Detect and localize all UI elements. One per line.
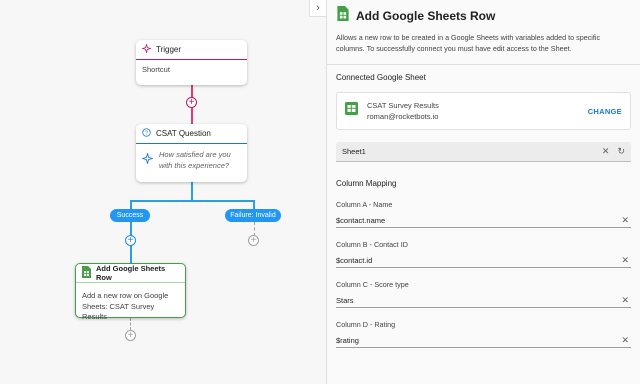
connector-csat-branches [191,182,193,201]
change-sheet-button[interactable]: CHANGE [588,107,622,116]
refresh-icon[interactable]: ↻ [617,146,625,157]
column-c-input[interactable]: Stars ✕ [336,293,631,309]
column-c-field: Column C - Score type Stars ✕ [336,280,631,309]
google-sheets-node-body: Add a new row on Google Sheets: CSAT Sur… [82,291,169,321]
column-d-field: Column D - Rating $rating ✕ [336,320,631,349]
sparkle-icon [140,42,153,55]
clear-icon[interactable]: ✕ [621,335,629,346]
trigger-body: Shortcut [142,65,170,74]
clear-icon[interactable]: ✕ [621,295,629,306]
help-circle-icon: ? [142,128,151,139]
column-a-input[interactable]: $contact.name ✕ [336,213,631,229]
column-mapping-heading: Column Mapping [336,179,397,189]
add-step-after-sheet-button[interactable]: + [125,330,136,341]
google-sheets-icon [345,102,358,120]
csat-question-node[interactable]: ? CSAT Question How satisfied are you wi… [136,124,247,182]
column-b-label: Column B - Contact ID [336,240,408,250]
column-d-input[interactable]: $rating ✕ [336,333,631,349]
trigger-title: Trigger [156,45,182,54]
add-step-button[interactable]: + [186,97,197,108]
add-step-failure-button[interactable]: + [248,235,259,246]
column-a-label: Column A - Name [336,200,393,210]
google-sheets-node-title: Add Google Sheets Row [96,264,166,282]
branch-success-pill[interactable]: Success [110,209,150,222]
google-sheets-node[interactable]: Add Google Sheets Row Add a new row on G… [75,263,186,321]
sparkle-icon [140,150,155,171]
trigger-node[interactable]: Trigger Shortcut [136,40,247,85]
worksheet-select[interactable]: Sheet1 ✕ ↻ [336,142,631,163]
column-a-field: Column A - Name $contact.name ✕ [336,200,631,229]
section-divider [327,64,640,66]
add-step-success-button[interactable]: + [125,235,136,246]
panel-title: Add Google Sheets Row [356,9,496,23]
connector-failure-down [254,222,255,236]
connector-branch-horizontal [130,200,254,202]
clear-icon[interactable]: ✕ [621,255,629,266]
panel-description: Allows a new row to be created in a Goog… [336,33,601,54]
column-b-input[interactable]: $contact.id ✕ [336,253,631,269]
column-d-label: Column D - Rating [336,320,396,330]
column-a-value: $contact.name [336,215,386,225]
column-c-label: Column C - Score type [336,280,409,290]
csat-title: CSAT Question [156,129,211,138]
worksheet-value: Sheet1 [342,147,366,157]
clear-icon[interactable]: ✕ [602,146,610,157]
clear-icon[interactable]: ✕ [621,215,629,226]
sheet-name: CSAT Survey Results [367,100,439,110]
svg-text:?: ? [145,130,148,136]
connected-sheet-heading: Connected Google Sheet [336,73,426,83]
settings-panel: Add Google Sheets Row Allows a new row t… [327,0,640,384]
column-c-value: Stars [336,295,354,305]
csat-question-text: How satisfied are you with this experien… [159,150,231,170]
sheet-account: roman@rocketbots.io [367,112,439,122]
google-sheets-icon [337,6,349,26]
connected-sheet-card: CSAT Survey Results roman@rocketbots.io … [336,92,631,131]
column-b-field: Column B - Contact ID $contact.id ✕ [336,240,631,269]
column-b-value: $contact.id [336,255,373,265]
column-d-value: $rating [336,335,359,345]
google-sheets-icon [82,266,91,280]
chevron-right-icon: › [316,2,320,14]
collapse-panel-button[interactable]: › [309,0,326,17]
flow-canvas[interactable]: + Success Failure: Invalid + + + Trigger… [0,0,326,384]
branch-failure-pill[interactable]: Failure: Invalid [225,209,281,222]
